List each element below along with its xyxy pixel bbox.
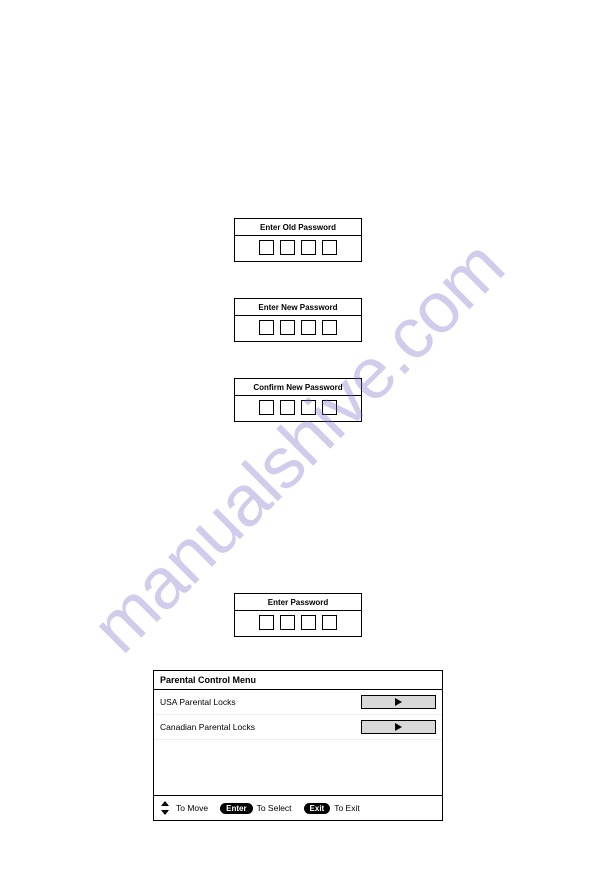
footer-select-label: To Select: [257, 803, 292, 813]
menu-row-usa[interactable]: USA Parental Locks: [154, 690, 442, 715]
password-digit[interactable]: [280, 240, 295, 255]
menu-row-label: Canadian Parental Locks: [160, 722, 361, 732]
submenu-button[interactable]: [361, 695, 436, 709]
triangle-right-icon: [395, 698, 402, 706]
password-digit[interactable]: [301, 240, 316, 255]
menu-row-label: USA Parental Locks: [160, 697, 361, 707]
enter-old-password-box: Enter Old Password: [234, 218, 362, 262]
password-digit[interactable]: [301, 320, 316, 335]
enter-button-pill: Enter: [220, 803, 252, 814]
password-digits: [235, 615, 361, 630]
password-digit[interactable]: [259, 320, 274, 335]
updown-arrows-icon: [160, 801, 170, 815]
menu-footer: To Move Enter To Select Exit To Exit: [154, 795, 442, 820]
confirm-new-password-box: Confirm New Password: [234, 378, 362, 422]
password-digit[interactable]: [322, 615, 337, 630]
parental-control-menu: Parental Control Menu USA Parental Locks…: [153, 670, 443, 821]
enter-password-box: Enter Password: [234, 593, 362, 637]
password-digit[interactable]: [259, 400, 274, 415]
enter-new-password-box: Enter New Password: [234, 298, 362, 342]
triangle-right-icon: [395, 723, 402, 731]
footer-move-label: To Move: [176, 803, 208, 813]
password-digit[interactable]: [322, 320, 337, 335]
password-box-title: Enter Old Password: [235, 223, 361, 236]
password-box-title: Confirm New Password: [235, 383, 361, 396]
password-digit[interactable]: [301, 400, 316, 415]
password-digit[interactable]: [280, 400, 295, 415]
footer-exit-label: To Exit: [334, 803, 360, 813]
password-digits: [235, 400, 361, 415]
menu-spacer: [154, 740, 442, 795]
password-digit[interactable]: [259, 615, 274, 630]
password-digits: [235, 240, 361, 255]
submenu-button[interactable]: [361, 720, 436, 734]
exit-button-pill: Exit: [304, 803, 331, 814]
password-digit[interactable]: [280, 615, 295, 630]
password-digit[interactable]: [322, 400, 337, 415]
password-box-title: Enter New Password: [235, 303, 361, 316]
password-digit[interactable]: [259, 240, 274, 255]
password-digit[interactable]: [322, 240, 337, 255]
password-digits: [235, 320, 361, 335]
menu-row-canadian[interactable]: Canadian Parental Locks: [154, 715, 442, 740]
password-box-title: Enter Password: [235, 598, 361, 611]
password-digit[interactable]: [280, 320, 295, 335]
password-digit[interactable]: [301, 615, 316, 630]
menu-title: Parental Control Menu: [154, 671, 442, 690]
